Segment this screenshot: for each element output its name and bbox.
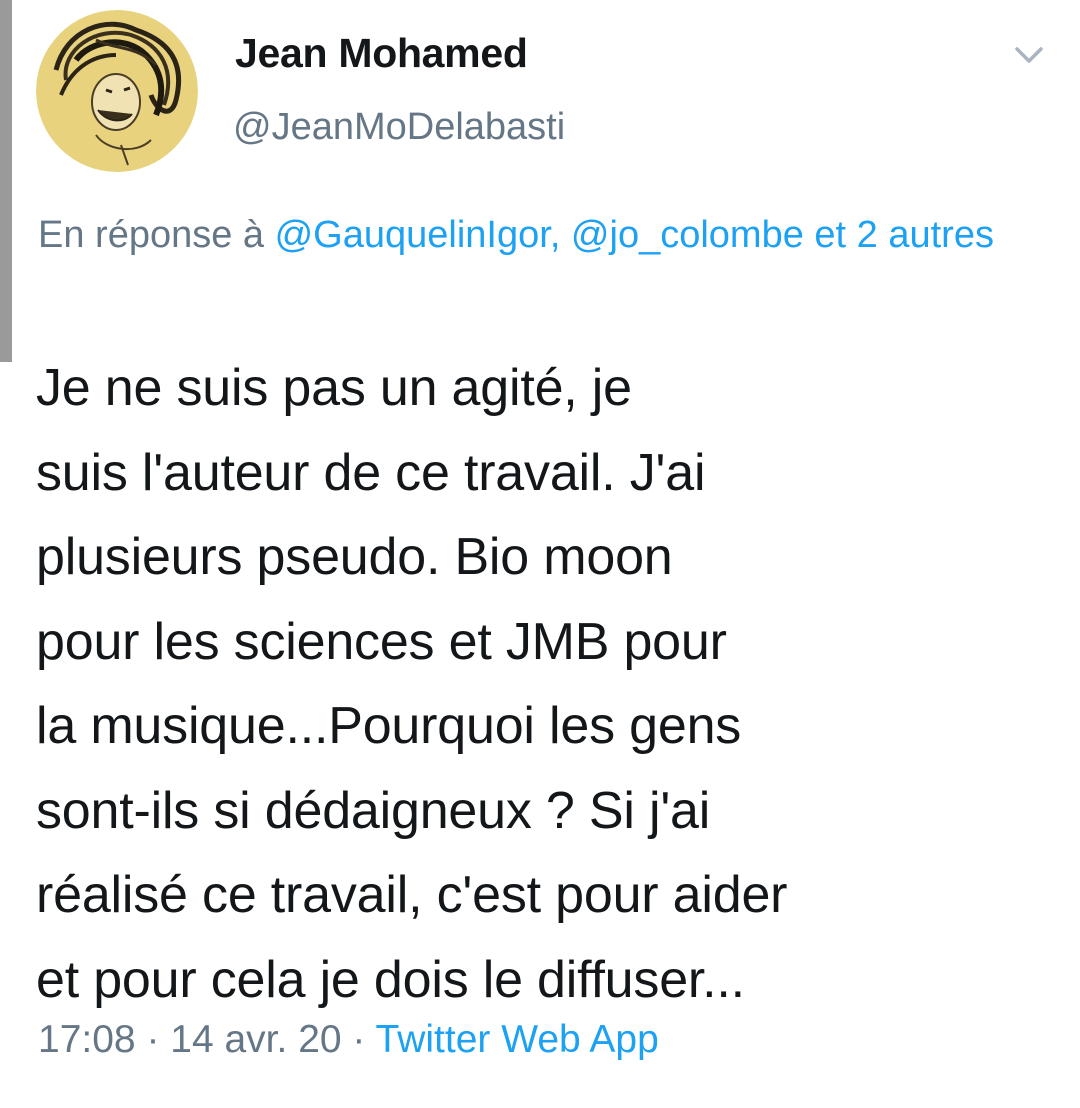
reply-mentions-link[interactable]: @GauquelinIgor, @jo_colombe [275, 214, 804, 256]
tweet-source-link[interactable]: Twitter Web App [376, 1018, 659, 1061]
tweet-date[interactable]: 14 avr. 20 [170, 1018, 341, 1061]
reply-others-link[interactable]: et 2 autres [804, 214, 994, 256]
tweet-text: Je ne suis pas un agité, je suis l'auteu… [36, 359, 788, 1009]
reply-prefix: En réponse à [38, 214, 275, 256]
chevron-down-icon[interactable] [1009, 40, 1049, 70]
meta-separator: · [135, 1018, 171, 1061]
reply-context: En réponse à @GauquelinIgor, @jo_colombe… [38, 206, 1048, 265]
avatar-image [36, 10, 198, 172]
author-display-name[interactable]: Jean Mohamed [235, 30, 528, 77]
meta-separator-2: · [341, 1018, 376, 1061]
author-handle[interactable]: @JeanMoDelabasti [233, 106, 565, 149]
tweet-meta: 17:08 · 14 avr. 20 · Twitter Web App [38, 1018, 659, 1062]
tweet-time[interactable]: 17:08 [38, 1018, 136, 1061]
scroll-indicator[interactable] [0, 0, 12, 362]
avatar[interactable] [36, 10, 198, 172]
